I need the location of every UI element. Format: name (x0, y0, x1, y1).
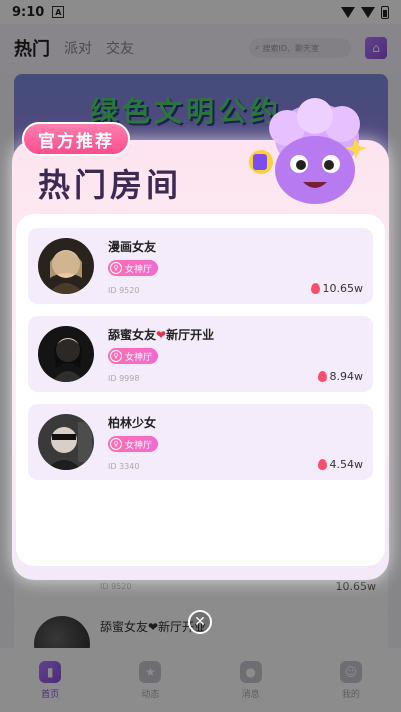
room-id: ID 9998 (108, 374, 140, 383)
room-card[interactable]: 柏林少女 ♀ 女神厅 ID 3340 4.54w (28, 404, 373, 480)
flame-icon (317, 371, 327, 382)
female-icon: ♀ (110, 438, 122, 450)
close-icon: ✕ (194, 614, 206, 630)
room-name-suffix: 新厅开业 (166, 328, 215, 342)
female-icon: ♀ (110, 262, 122, 274)
room-name: 柏林少女 (108, 416, 157, 430)
room-heat: 8.94w (317, 370, 364, 383)
modal-title: 热门房间 (38, 166, 183, 204)
room-heat: 4.54w (317, 458, 364, 471)
room-heat: 10.65w (310, 282, 364, 295)
room-heat-value: 10.65w (322, 282, 364, 295)
avatar (38, 414, 94, 470)
goddess-hall-tag: ♀ 女神厅 (108, 348, 159, 364)
official-recommend-badge: 官方推荐 (22, 122, 130, 156)
avatar (38, 326, 94, 382)
room-name: 舔蜜女友❤新厅开业 (108, 326, 214, 343)
room-card[interactable]: 漫画女友 ♀ 女神厅 ID 9520 10.65w (28, 228, 373, 304)
goddess-hall-tag: ♀ 女神厅 (108, 260, 159, 276)
mascot-icon (249, 98, 367, 204)
close-button[interactable]: ✕ (188, 610, 212, 634)
room-tag-label: 女神厅 (125, 264, 153, 275)
flame-icon (317, 459, 327, 470)
room-card[interactable]: 舔蜜女友❤新厅开业 ♀ 女神厅 ID 9998 8.94w (28, 316, 373, 392)
room-id: ID 3340 (108, 462, 140, 471)
female-icon: ♀ (110, 350, 122, 362)
heart-icon: ❤ (156, 328, 167, 342)
room-id: ID 9520 (108, 286, 140, 295)
flame-icon (310, 283, 320, 294)
room-heat-value: 8.94w (329, 370, 364, 383)
room-tag-label: 女神厅 (125, 352, 153, 363)
avatar (38, 238, 94, 294)
room-list: 漫画女友 ♀ 女神厅 ID 9520 10.65w 舔蜜女友❤新厅开业 ♀ 女神… (16, 214, 385, 566)
hot-rooms-modal: 官方推荐 热门房间 漫画女友 ♀ 女神厅 ID 9520 10.65w 舔蜜女友… (12, 98, 389, 580)
room-name-prefix: 舔蜜女友 (108, 328, 157, 342)
goddess-hall-tag: ♀ 女神厅 (108, 436, 159, 452)
room-heat-value: 4.54w (329, 458, 364, 471)
room-tag-label: 女神厅 (125, 440, 153, 451)
room-name: 漫画女友 (108, 240, 157, 254)
